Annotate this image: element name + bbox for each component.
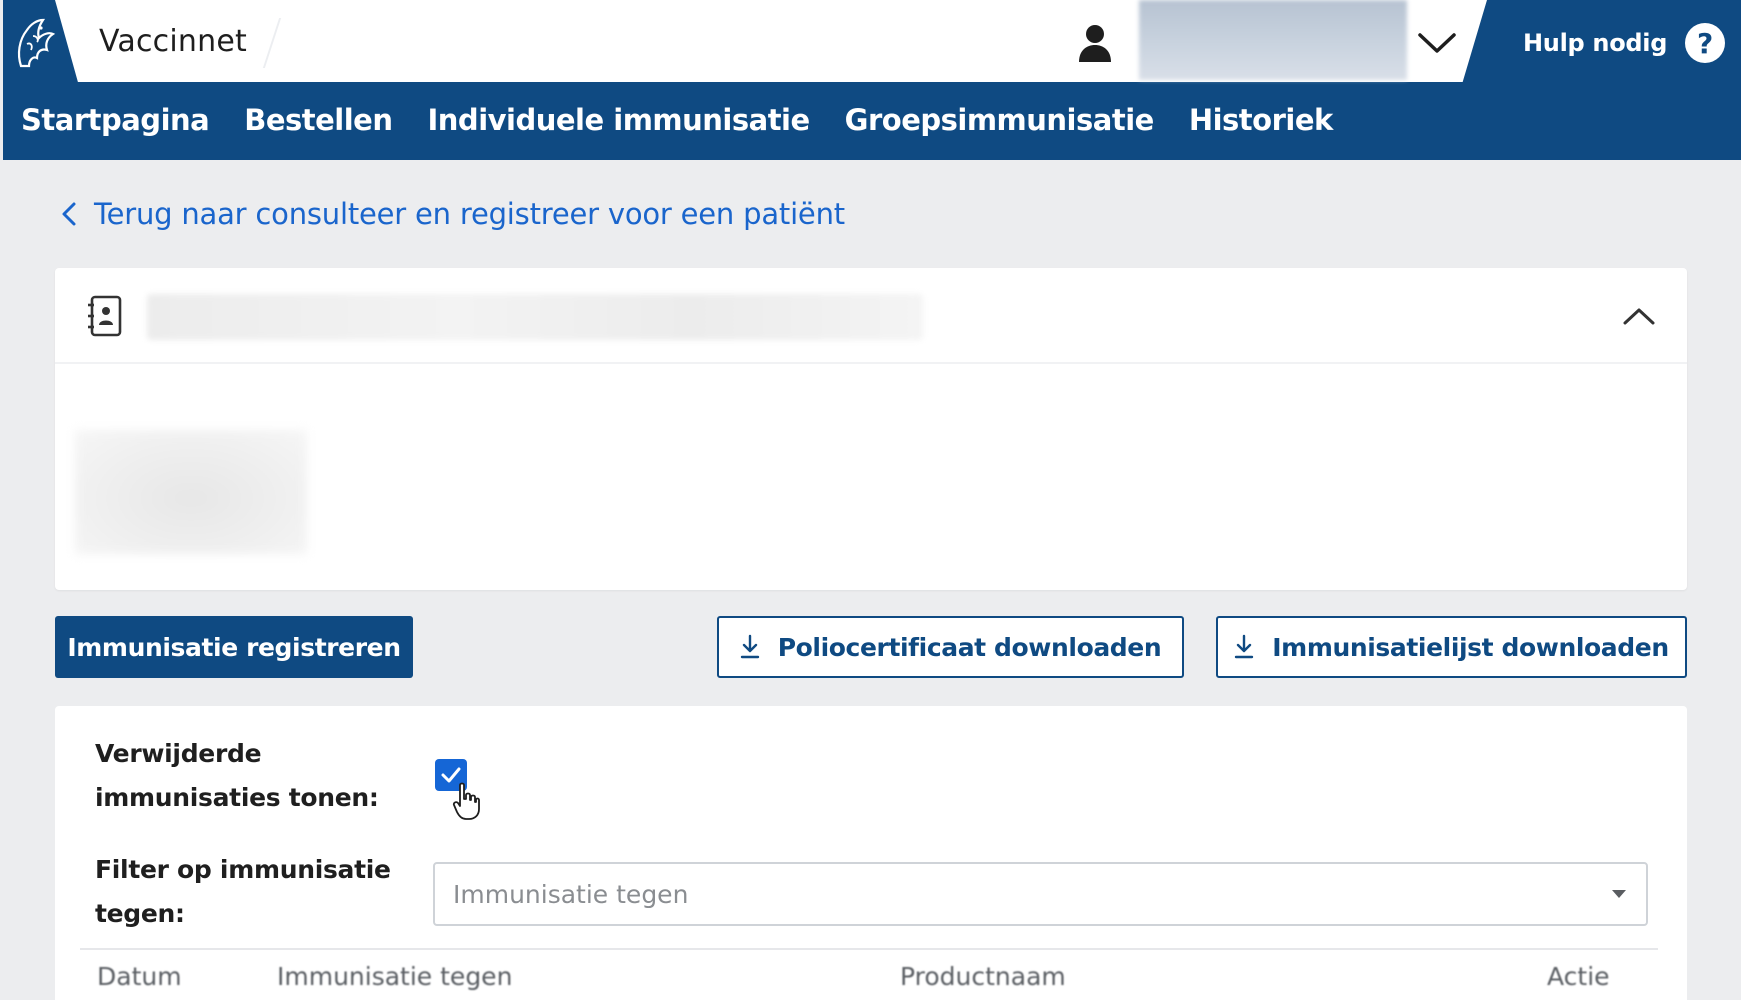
polio-certificate-download-button[interactable]: Poliocertificaat downloaden (717, 616, 1184, 678)
back-link[interactable]: Terug naar consulteer en registreer voor… (60, 194, 845, 234)
help-icon: ? (1685, 23, 1726, 63)
immunisation-filter-select[interactable]: Immunisatie tegen (433, 862, 1648, 926)
nav-item-historiek[interactable]: Historiek (1189, 103, 1333, 137)
chevron-up-icon (1623, 308, 1655, 325)
contact-book-icon (88, 295, 122, 337)
table-divider (80, 948, 1658, 950)
polio-download-label: Poliocertificaat downloaden (777, 632, 1162, 662)
download-icon (740, 634, 759, 659)
user-menu-dropdown[interactable] (1407, 20, 1467, 66)
back-link-label: Terug naar consulteer en registreer voor… (94, 197, 845, 231)
column-header-actie[interactable]: Actie (1547, 962, 1610, 991)
nav-item-groepsimmunisatie[interactable]: Groepsimmunisatie (845, 103, 1155, 137)
column-header-productnaam[interactable]: Productnaam (900, 962, 1066, 991)
download-icon (1235, 634, 1254, 659)
list-download-label: Immunisatielijst downloaden (1272, 632, 1669, 662)
column-header-datum[interactable]: Datum (97, 962, 182, 991)
collapse-card-button[interactable] (1615, 294, 1663, 338)
help-label: Hulp nodig (1523, 29, 1668, 57)
register-immunisation-button[interactable]: Immunisatie registreren (55, 616, 413, 678)
filter-panel: Verwijderde immunisaties tonen: Filter o… (55, 706, 1687, 1000)
user-name-redacted[interactable] (1139, 0, 1407, 80)
patient-card-header (55, 268, 1687, 364)
filter-immunisation-label: Filter op immunisatie tegen: (95, 855, 391, 928)
main-nav: Startpagina Bestellen Individuele immuni… (21, 98, 1333, 142)
help-link[interactable]: Hulp nodig ? (1523, 18, 1726, 68)
hand-cursor-icon (452, 782, 480, 820)
flemish-lion-logo-icon[interactable] (13, 14, 57, 74)
caret-down-icon (1612, 890, 1626, 898)
chevron-left-icon (62, 202, 76, 226)
top-header: Vaccinnet Hulp nodig ? Startpagina Beste… (3, 0, 1741, 160)
patient-name-redacted (147, 294, 923, 340)
user-icon[interactable] (1075, 22, 1115, 64)
chevron-down-icon (1418, 33, 1456, 53)
nav-item-individuele-immunisatie[interactable]: Individuele immunisatie (428, 103, 811, 137)
nav-item-startpagina[interactable]: Startpagina (21, 103, 210, 137)
patient-details-redacted (75, 430, 307, 554)
app-title[interactable]: Vaccinnet (99, 24, 247, 59)
immunisation-list-download-button[interactable]: Immunisatielijst downloaden (1216, 616, 1687, 678)
patient-card (55, 268, 1687, 590)
nav-item-bestellen[interactable]: Bestellen (244, 103, 393, 137)
immunisation-filter-placeholder: Immunisatie tegen (453, 879, 689, 909)
column-header-immunisatie-tegen[interactable]: Immunisatie tegen (277, 962, 512, 991)
show-deleted-label: Verwijderde immunisaties tonen: (95, 739, 379, 812)
